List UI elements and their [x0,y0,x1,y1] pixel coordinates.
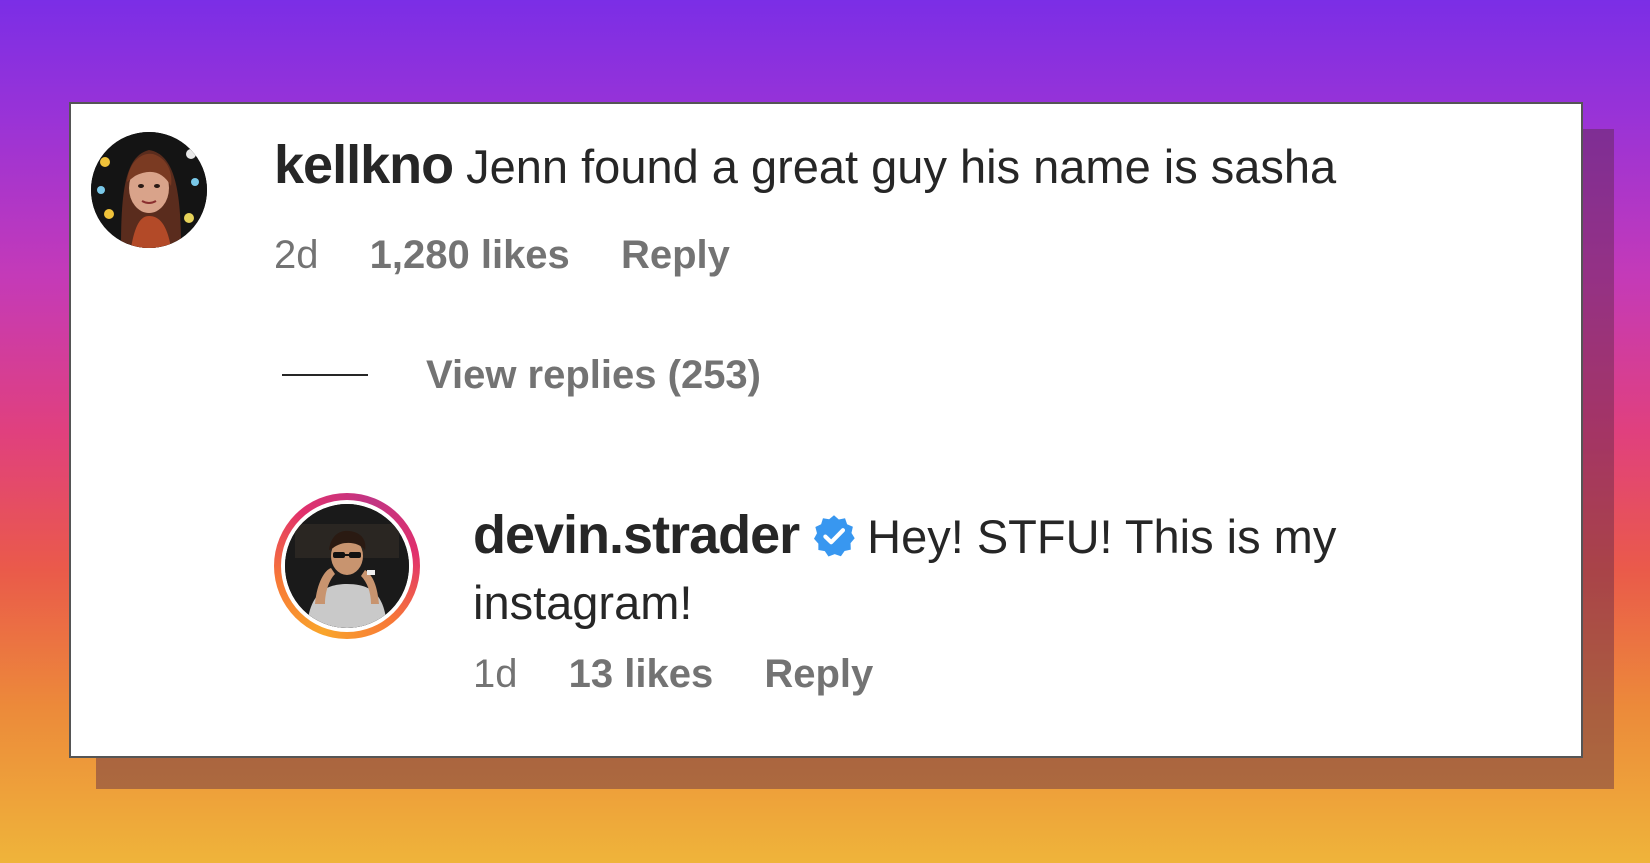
comment-meta: 1d 13 likes Reply [473,649,913,699]
view-replies-button[interactable]: View replies (253) [282,350,761,400]
avatar-image [91,132,207,248]
likes-count[interactable]: 13 likes [569,652,714,696]
reply-button[interactable]: Reply [621,233,730,277]
comment-body: kellkno Jenn found a great guy his name … [274,132,1336,200]
story-ring[interactable] [274,493,420,639]
username-link[interactable]: devin.strader [473,505,800,565]
comments-card: kellkno Jenn found a great guy his name … [69,102,1583,758]
comment-time: 2d [274,233,319,277]
comment-body: devin.strader Hey! STFU! This is my inst… [473,502,1533,636]
comment-text: Jenn found a great guy his name is sasha [466,140,1337,193]
avatar-image [285,504,409,628]
view-replies-label: View replies (253) [426,352,761,397]
avatar[interactable] [285,504,409,628]
likes-count[interactable]: 1,280 likes [370,233,570,277]
username-link[interactable]: kellkno [274,135,454,195]
verified-badge-icon [814,515,855,557]
reply-button[interactable]: Reply [764,652,873,696]
replies-divider [282,374,368,376]
avatar[interactable] [91,132,207,248]
comment-time: 1d [473,652,518,696]
comment-meta: 2d 1,280 likes Reply [274,230,770,280]
